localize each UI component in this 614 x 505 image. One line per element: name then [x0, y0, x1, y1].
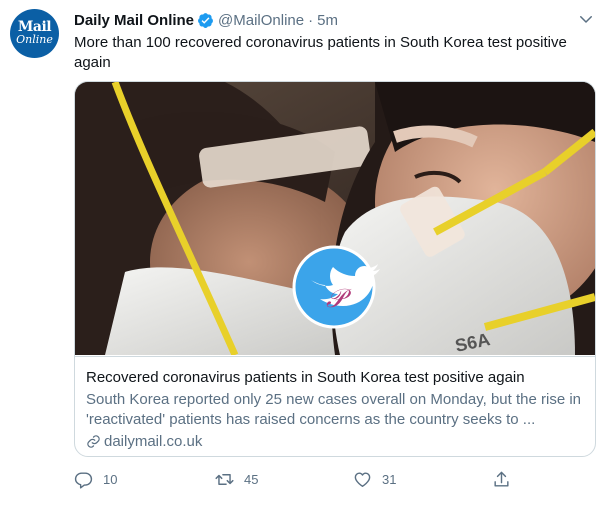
card-description: South Korea reported only 25 new cases o… [86, 391, 582, 428]
like-count: 31 [382, 472, 397, 487]
reply-button[interactable]: 10 [74, 470, 117, 489]
share-button[interactable] [492, 470, 521, 489]
account-handle[interactable]: @MailOnline [218, 12, 304, 29]
retweet-count: 45 [244, 472, 259, 487]
like-button[interactable]: 31 [353, 470, 396, 489]
card-photo: S6A 𝒫 [75, 82, 595, 355]
tweet[interactable]: Mail Online Daily Mail Online @MailOnlin… [0, 0, 614, 505]
retweet-icon [215, 474, 234, 485]
retweet-button[interactable]: 45 [215, 470, 258, 489]
tweet-timestamp[interactable]: 5m [317, 12, 338, 29]
share-icon [494, 471, 509, 487]
card-title[interactable]: Recovered coronavirus patients in South … [86, 369, 525, 386]
tweet-text: More than 100 recovered coronavirus pati… [74, 34, 567, 71]
card-domain-text: dailymail.co.uk [104, 433, 203, 450]
tweet-actions: 10 45 31 [74, 470, 514, 492]
verified-badge-icon [198, 12, 213, 28]
card-domain[interactable]: dailymail.co.uk [86, 433, 202, 450]
reply-icon [74, 472, 93, 489]
reply-count: 10 [103, 472, 118, 487]
chevron-down-icon[interactable] [577, 10, 595, 28]
avatar-logo-line2: Online [16, 33, 53, 46]
link-card[interactable]: S6A 𝒫 Recovered coronavirus patients in … [74, 81, 596, 457]
link-icon [87, 435, 100, 448]
card-info[interactable]: Recovered coronavirus patients in South … [75, 356, 595, 456]
account-name[interactable]: Daily Mail Online [74, 12, 194, 29]
card-image[interactable]: S6A 𝒫 [75, 82, 595, 355]
heart-icon [354, 472, 371, 487]
tweet-header: Daily Mail Online @MailOnline · 5m [74, 9, 338, 31]
separator-dot: · [308, 11, 314, 29]
avatar[interactable]: Mail Online [10, 9, 59, 58]
